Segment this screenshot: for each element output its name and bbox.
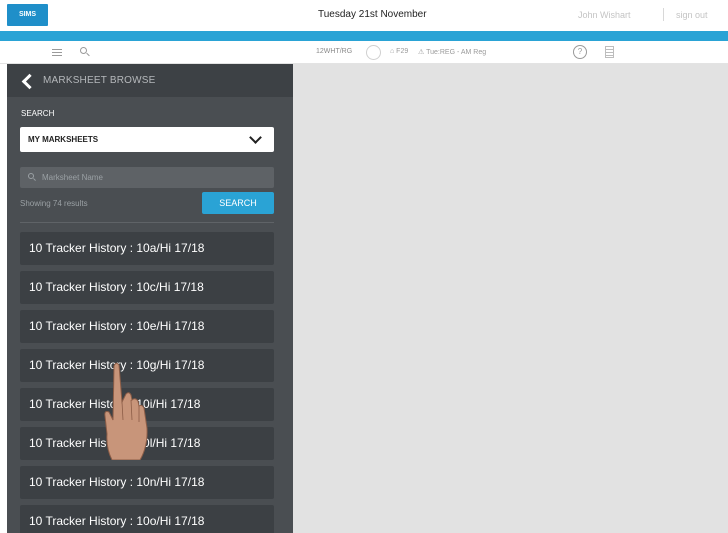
search-icon[interactable] — [80, 47, 91, 58]
marksheet-item-label: 10 Tracker History : 10n/Hi 17/18 — [29, 475, 205, 489]
marksheet-filter-select[interactable]: MY MARKSHEETS — [20, 127, 274, 152]
marksheet-item[interactable]: 10 Tracker History : 10n/Hi 17/18 — [20, 466, 274, 499]
marksheet-item-label: 10 Tracker History : 10i/Hi 17/18 — [29, 397, 201, 411]
marksheet-search-field[interactable] — [20, 167, 274, 188]
marksheet-item[interactable]: 10 Tracker History : 10o/Hi 17/18 — [20, 505, 274, 533]
back-chevron-icon[interactable] — [20, 73, 36, 89]
marksheet-item[interactable]: 10 Tracker History : 10a/Hi 17/18 — [20, 232, 274, 265]
search-button[interactable]: SEARCH — [202, 192, 274, 214]
marksheet-item-label: 10 Tracker History : 10c/Hi 17/18 — [29, 280, 204, 294]
marksheet-item[interactable]: 10 Tracker History : 10e/Hi 17/18 — [20, 310, 274, 343]
results-count: Showing 74 results — [20, 199, 88, 208]
divider — [20, 222, 274, 223]
accent-band — [0, 31, 728, 41]
top-bar: SIMS Tuesday 21st November John Wishart … — [0, 0, 728, 31]
main-content-area — [293, 64, 728, 533]
marksheet-item-label: 10 Tracker History : 10l/Hi 17/18 — [29, 436, 201, 450]
marksheet-item[interactable]: 10 Tracker History : 10l/Hi 17/18 — [20, 427, 274, 460]
marksheet-name-input[interactable] — [42, 170, 262, 185]
marksheet-item[interactable]: 10 Tracker History : 10g/Hi 17/18 — [20, 349, 274, 382]
sign-out-link[interactable]: sign out — [676, 10, 708, 20]
sidebar-header: MARKSHEET BROWSE — [7, 64, 293, 97]
register-label: ⚠ Tue:REG - AM Reg — [418, 49, 487, 56]
status-circle-icon[interactable] — [366, 45, 381, 60]
marksheet-item-label: 10 Tracker History : 10g/Hi 17/18 — [29, 358, 205, 372]
search-icon — [28, 173, 37, 182]
document-icon[interactable] — [605, 46, 614, 58]
menu-icon[interactable] — [52, 49, 62, 57]
marksheet-item-label: 10 Tracker History : 10e/Hi 17/18 — [29, 319, 205, 333]
top-bar-divider — [663, 8, 664, 21]
marksheet-sidebar: MARKSHEET BROWSE SEARCH MY MARKSHEETS Sh… — [7, 64, 293, 533]
sims-logo: SIMS — [7, 4, 48, 26]
marksheet-list: 10 Tracker History : 10a/Hi 17/18 10 Tra… — [20, 232, 274, 533]
current-date: Tuesday 21st November — [318, 9, 427, 20]
marksheet-item-label: 10 Tracker History : 10o/Hi 17/18 — [29, 514, 205, 528]
marksheet-item[interactable]: 10 Tracker History : 10c/Hi 17/18 — [20, 271, 274, 304]
class-code: 12WHT/RG — [316, 48, 353, 55]
sidebar-title: MARKSHEET BROWSE — [43, 75, 156, 86]
help-icon[interactable]: ? — [573, 45, 587, 59]
user-name[interactable]: John Wishart — [578, 10, 631, 20]
marksheet-item[interactable]: 10 Tracker History : 10i/Hi 17/18 — [20, 388, 274, 421]
sub-bar: 12WHT/RG ⌂ F29 ⚠ Tue:REG - AM Reg ? — [0, 41, 728, 64]
marksheet-item-label: 10 Tracker History : 10a/Hi 17/18 — [29, 241, 205, 255]
search-section-label: SEARCH — [21, 109, 55, 118]
select-value: MY MARKSHEETS — [28, 135, 99, 144]
chevron-down-icon — [249, 131, 262, 144]
room-label: ⌂ F29 — [390, 48, 409, 55]
